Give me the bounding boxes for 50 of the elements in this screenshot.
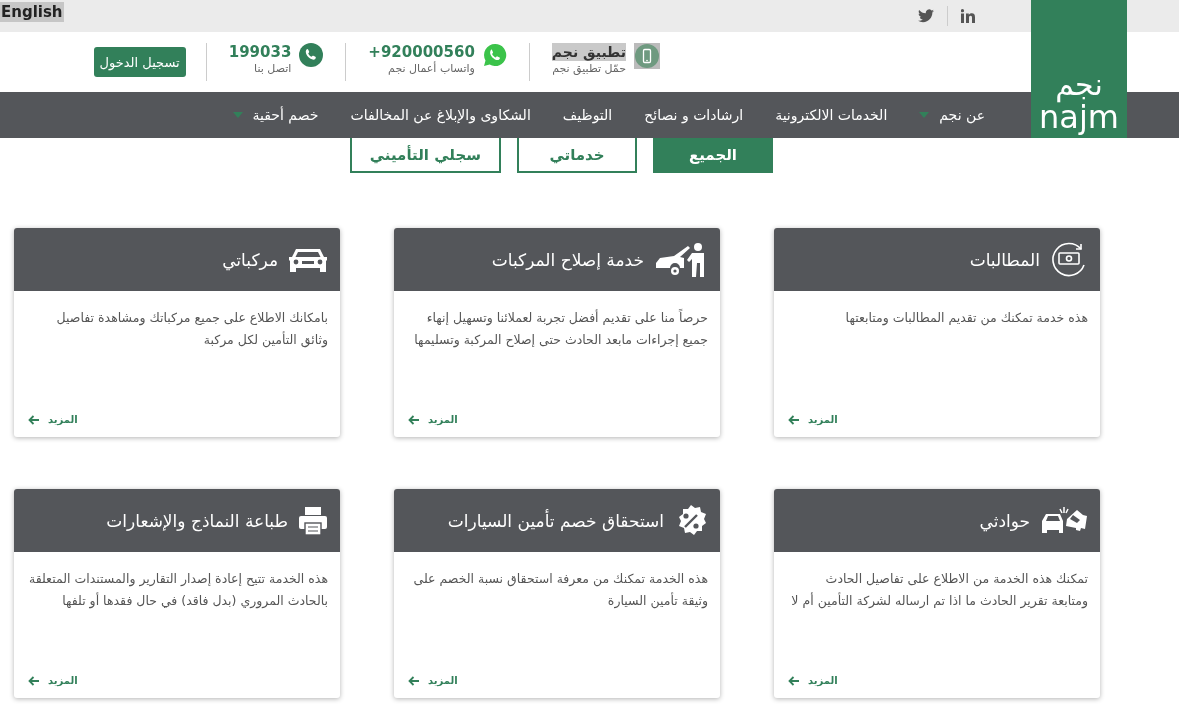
whatsapp-icon [482,43,507,67]
arrow-left-icon [408,675,420,686]
nav-item[interactable]: خصم أحقية [232,107,319,123]
card-title: حوادثي [979,510,1030,531]
nav-item[interactable]: الشكاوى والإبلاغ عن المخالفات [350,107,531,123]
more-link[interactable]: المزيد [774,675,852,698]
phone-number[interactable]: 199033 [228,43,292,61]
printer-icon [298,505,328,536]
whatsapp-number[interactable]: +920000560 [368,43,475,61]
arrow-left-icon [28,414,40,425]
app-title[interactable]: تطبيق نجم [551,43,626,61]
card-description: حرصاً منا على تقديم أفضل تجربة لعملائنا وتسهيل إنهاء جميع إجراءات مابعد الحادث حتى إصلاح المركبة وتسليمها [413,308,709,350]
more-link[interactable]: المزيد [394,675,472,698]
filter-tab[interactable]: سجلي التأميني [349,138,501,173]
more-link[interactable]: المزيد [394,414,472,437]
caret-icon [232,112,243,118]
nav-item[interactable]: الخدمات الالكترونية [775,107,888,123]
language-link[interactable]: English [0,2,64,22]
whatsapp-label: واتساب أعمال نجم [388,61,475,77]
card-title: طباعة النماذج والإشعارات [106,510,288,531]
card-description: هذه الخدمة تتيح إعادة إصدار التقارير والمستندات المتعلقة بالحادث المروري (بدل فاقد) في حال فقدها أو تلفها [27,570,329,611]
more-link[interactable]: المزيد [14,675,92,698]
money-exchange-icon [1050,240,1088,279]
filter-tab[interactable]: خدماتي [517,138,637,173]
twitter-icon[interactable] [918,9,934,23]
arrow-left-icon [408,414,420,425]
filter-tab[interactable]: الجميع [653,138,773,173]
card-description: هذه الخدمة تمكنك من معرفة استحقاق نسبة الخصم على وثيقة تأمين السيارة [412,570,709,611]
linkedin-icon[interactable] [961,9,975,23]
login-button[interactable]: تسجيل الدخول [93,47,186,77]
card-title: استحقاق خصم تأمين السيارات [447,510,664,531]
card-description: هذه خدمة تمكنك من تقديم المطالبات ومتابعتها [844,309,1089,328]
arrow-left-icon [788,675,800,686]
nav-item[interactable]: التوظيف [562,107,613,123]
card-description: تمكنك هذه الخدمة من الاطلاع على تفاصيل الحادث ومتابعة تقرير الحادث ما اذا تم ارساله لشركة التأمين أم لا [790,570,1089,611]
card-description: بامكانك الاطلاع على جميع مركباتك ومشاهدة تفاصيل وثائق التأمين لكل مركبة [55,309,329,350]
arrow-left-icon [788,414,800,425]
phone-icon [299,43,324,67]
mobile-phone-icon [634,43,660,69]
phone-label: اتصل بنا [254,61,292,77]
nav-item[interactable]: عن نجم [919,107,985,123]
card-title: خدمة إصلاح المركبات [491,249,644,270]
nav-item[interactable]: ارشادات و نصائح [644,107,744,123]
card-title: المطالبات [969,249,1040,270]
caret-icon [919,112,930,118]
app-subtitle: حمّل تطبيق نجم [552,61,626,77]
card-title: مركباتي [222,249,278,270]
more-link[interactable]: المزيد [14,414,92,437]
more-link[interactable]: المزيد [774,414,852,437]
arrow-left-icon [28,675,40,686]
